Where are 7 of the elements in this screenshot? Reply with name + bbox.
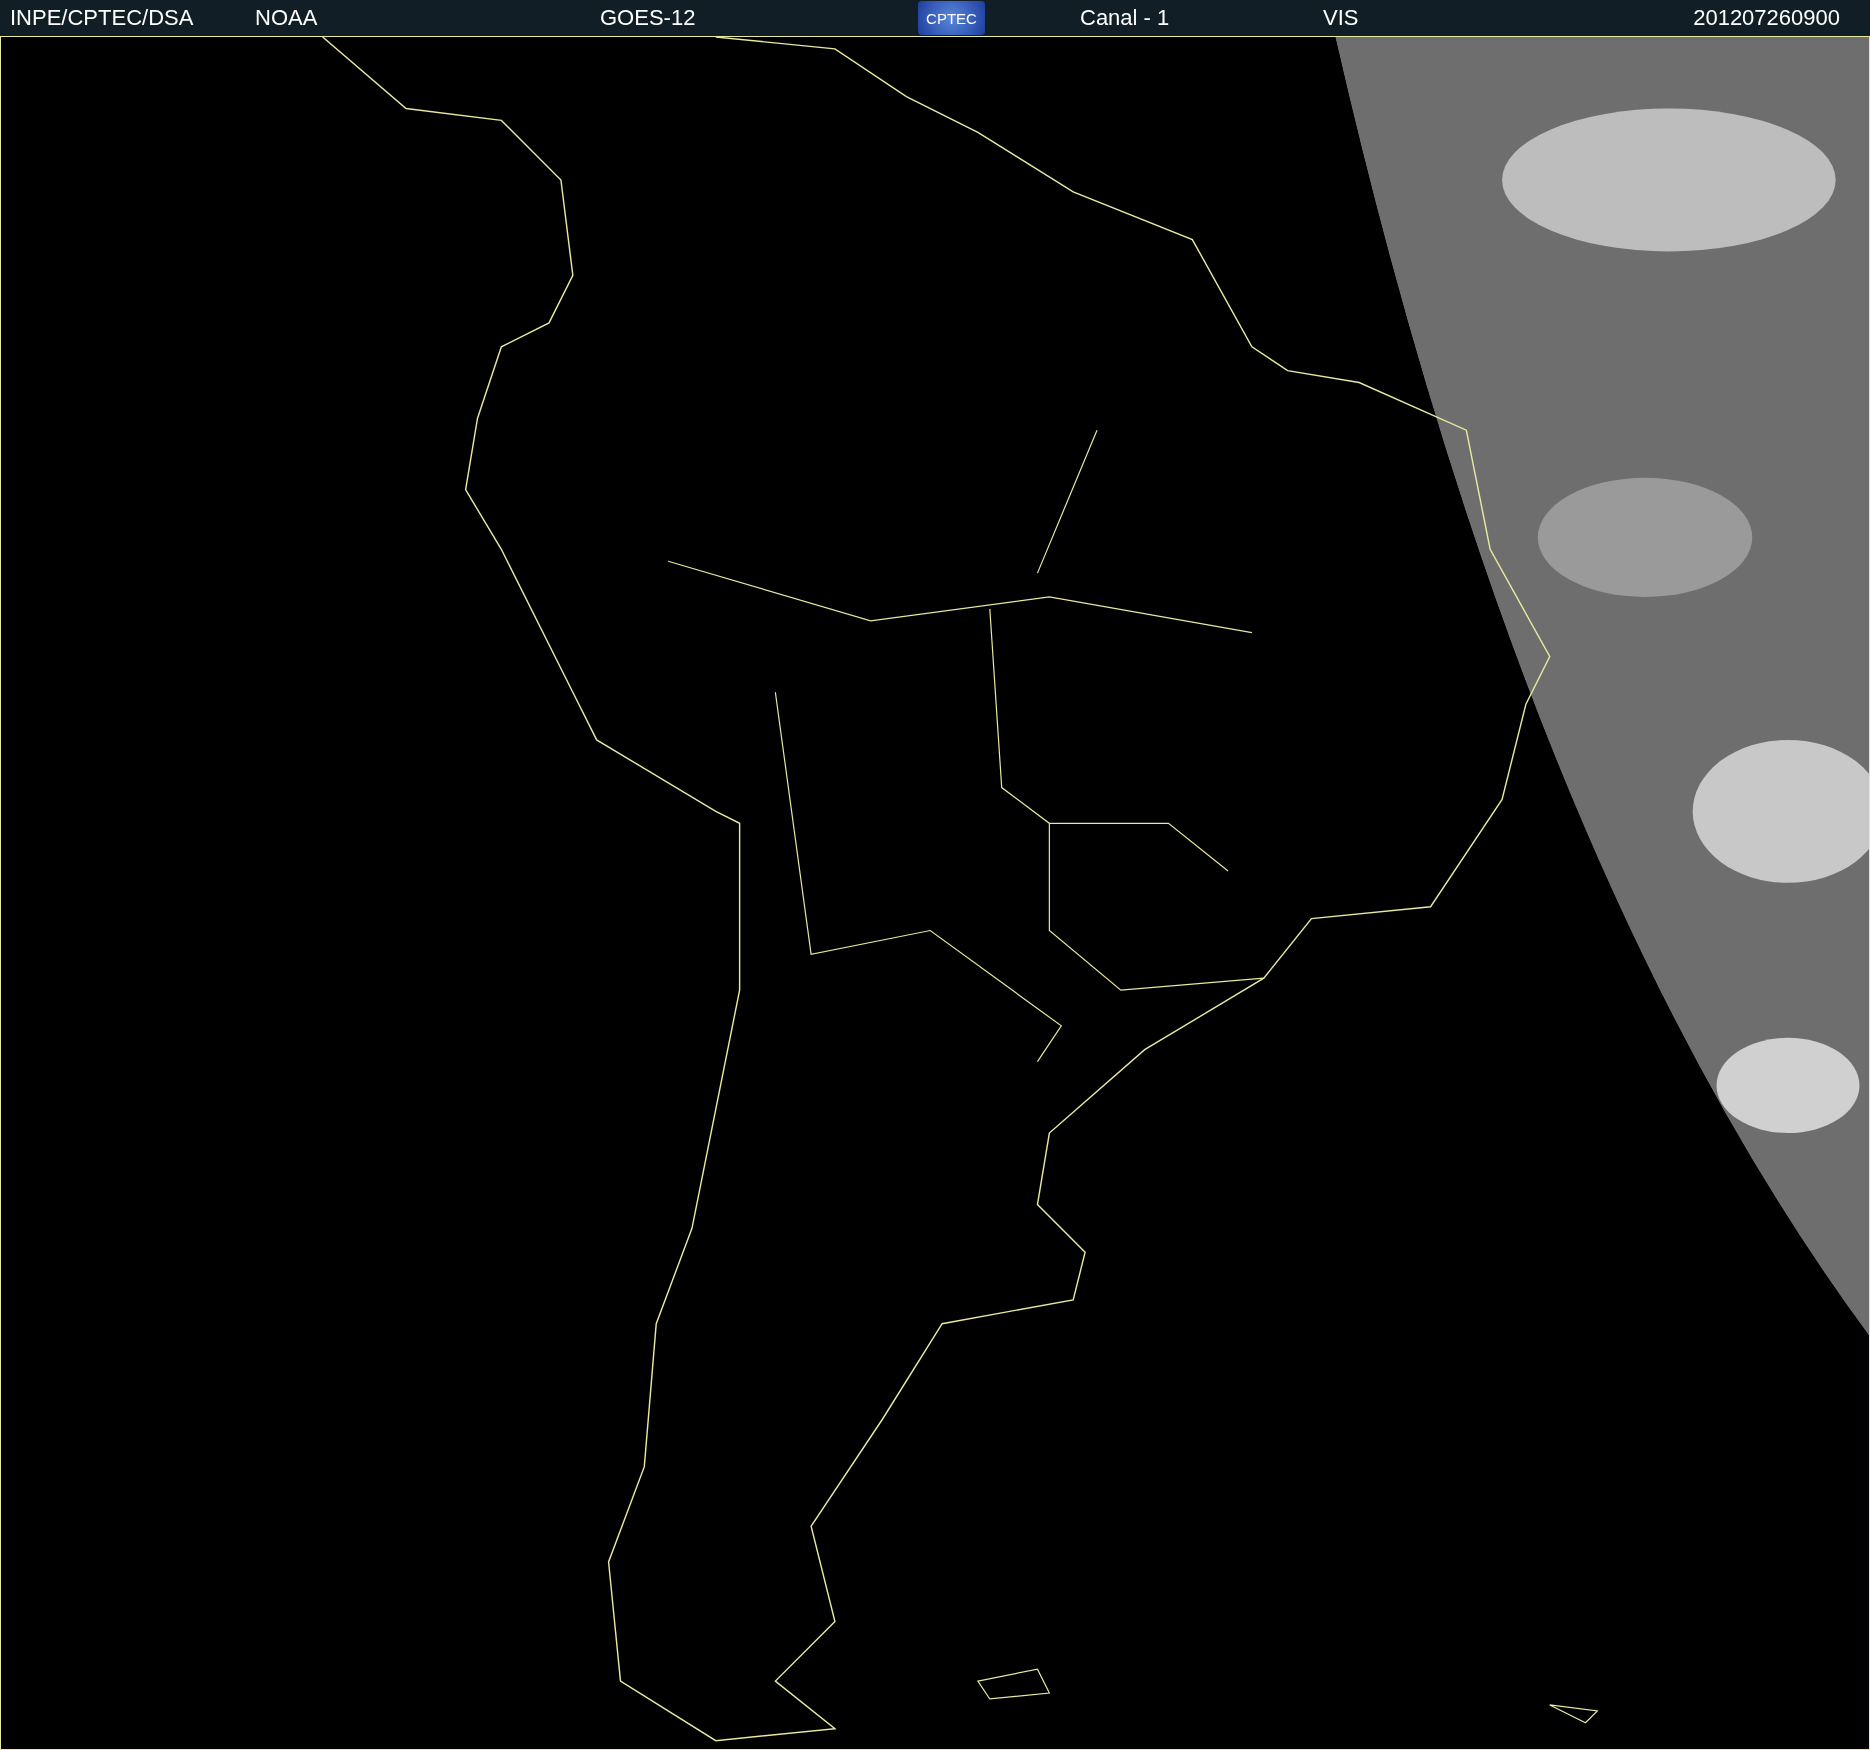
- logo: CPTEC: [918, 1, 985, 35]
- agency-label: NOAA: [255, 5, 319, 31]
- source-label: INPE/CPTEC/DSA: [10, 5, 195, 31]
- timestamp-label: 201207260900: [1693, 5, 1840, 31]
- band-label: VIS: [1323, 5, 1360, 31]
- channel-label: Canal - 1: [1080, 5, 1171, 31]
- satellite-label: GOES-12: [600, 5, 697, 31]
